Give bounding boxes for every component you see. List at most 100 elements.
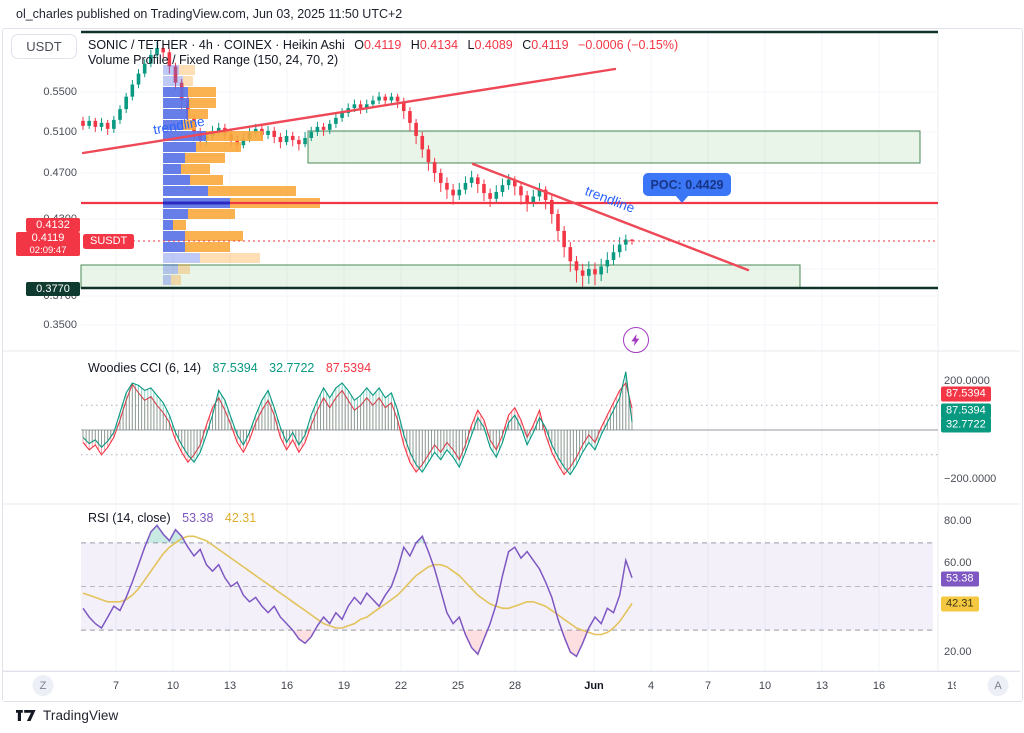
candle — [124, 97, 128, 109]
vp-buy-bar — [163, 275, 171, 285]
cci-axis-badge: 32.7722 — [941, 418, 991, 433]
lightning-icon — [628, 332, 644, 348]
vp-sell-bar — [183, 76, 193, 86]
candle — [501, 185, 505, 192]
time-tick: 19 — [947, 680, 956, 692]
vp-sell-bar — [181, 164, 210, 174]
candle — [618, 245, 622, 253]
time-axis[interactable]: 710131619222528Jun4710131619ZA — [3, 671, 1020, 701]
time-tick: 13 — [224, 680, 236, 692]
auto-scale-badge[interactable]: A — [988, 675, 1009, 696]
candle — [100, 123, 104, 127]
vp-sell-bar — [189, 98, 216, 108]
vp-sell-bar — [200, 253, 260, 263]
time-tick: 22 — [395, 680, 407, 692]
candle — [340, 113, 344, 118]
open-label: O — [354, 38, 364, 52]
currency-toggle-button[interactable]: USDT — [11, 34, 77, 59]
chart-card: USDT SONIC / TETHER · 4h · COINEX · Heik… — [2, 28, 1023, 702]
candle — [569, 247, 573, 261]
candle — [606, 260, 610, 267]
vp-buy-bar — [163, 242, 185, 252]
candle — [303, 138, 307, 144]
cci-legend-title[interactable]: Woodies CCI (6, 14) — [88, 361, 201, 375]
candle — [433, 162, 437, 173]
tradingview-logo-icon[interactable] — [16, 709, 36, 722]
candle — [457, 190, 461, 196]
vp-buy-bar — [163, 98, 189, 108]
close-label: C — [522, 38, 531, 52]
candle — [532, 197, 536, 203]
price-axis-badge: 0.3770 — [26, 282, 80, 296]
vp-buy-bar — [163, 220, 173, 230]
time-tick: 4 — [648, 680, 654, 692]
vp-buy-bar — [163, 76, 183, 86]
candle — [279, 137, 283, 142]
time-tick: 13 — [816, 680, 828, 692]
footer: TradingView — [16, 708, 118, 723]
rsi-legend[interactable]: RSI (14, close) 53.38 42.31 — [88, 511, 256, 525]
candle — [377, 97, 381, 101]
vp-buy-bar — [163, 153, 185, 163]
candle — [309, 132, 313, 138]
supply-zone[interactable] — [308, 131, 920, 163]
candle — [334, 118, 338, 124]
candle — [593, 269, 597, 274]
vp-sell-bar — [171, 275, 181, 285]
cci-value-2: 32.7722 — [269, 361, 314, 375]
vp-buy-bar — [163, 186, 208, 196]
poc-price-label[interactable]: POC: 0.4429 — [643, 173, 731, 196]
candle — [137, 74, 141, 85]
rsi-axis-label: 80.00 — [944, 515, 972, 527]
candle — [612, 252, 616, 260]
price-axis-label: 0.5100 — [15, 126, 77, 138]
vp-buy-bar — [163, 209, 188, 219]
volume-profile-legend[interactable]: Volume Profile / Fixed Range (150, 24, 7… — [88, 53, 338, 67]
candle — [291, 136, 295, 140]
cci-axis-label: −200.0000 — [944, 473, 996, 485]
candle — [464, 183, 468, 190]
vp-sell-bar — [185, 242, 230, 252]
candle — [359, 104, 363, 108]
candle — [328, 124, 332, 130]
cci-histogram-teal — [83, 372, 632, 475]
candle — [81, 121, 85, 126]
symbol-legend[interactable]: SONIC / TETHER · 4h · COINEX · Heikin As… — [88, 38, 678, 52]
candle — [383, 97, 387, 101]
time-tick: 25 — [452, 680, 464, 692]
cci-axis-badge: 87.5394 — [941, 404, 991, 419]
candle — [581, 270, 585, 275]
rsi-axis-label: 20.00 — [944, 646, 972, 658]
published-bar-text: ol_charles published on TradingView.com,… — [16, 7, 402, 21]
price-axis-label: 0.5500 — [15, 86, 77, 98]
rsi-legend-title[interactable]: RSI (14, close) — [88, 511, 171, 525]
candle — [519, 186, 523, 195]
candle — [624, 240, 628, 245]
cci-legend[interactable]: Woodies CCI (6, 14) 87.5394 32.7722 87.5… — [88, 361, 371, 375]
candle — [599, 266, 603, 274]
symbol-price-badge[interactable]: SUSDT — [83, 234, 134, 249]
symbol-title[interactable]: SONIC / TETHER · 4h · COINEX · Heikin As… — [88, 38, 345, 52]
time-tick: 7 — [705, 680, 711, 692]
vp-buy-bar — [163, 253, 200, 263]
candle — [451, 190, 455, 196]
high-label: H — [411, 38, 420, 52]
time-tick: Jun — [584, 680, 604, 692]
candle — [488, 193, 492, 199]
candle — [445, 183, 449, 190]
vp-sell-bar — [196, 142, 241, 152]
price-axis-label: 0.3500 — [15, 319, 77, 331]
vp-sell-bar — [185, 231, 243, 241]
tradingview-brand-text[interactable]: TradingView — [43, 708, 118, 723]
zoom-out-badge[interactable]: Z — [33, 675, 54, 696]
vp-sell-bar — [173, 220, 186, 230]
vp-sell-bar — [190, 175, 223, 185]
rsi-ma-value: 42.31 — [225, 511, 256, 525]
vp-buy-bar — [163, 175, 190, 185]
candle — [112, 120, 116, 129]
close-value: 0.4119 — [531, 38, 568, 52]
candle — [476, 177, 480, 184]
time-tick: 28 — [509, 680, 521, 692]
instant-trade-button[interactable] — [623, 327, 649, 353]
time-tick: 7 — [113, 680, 119, 692]
